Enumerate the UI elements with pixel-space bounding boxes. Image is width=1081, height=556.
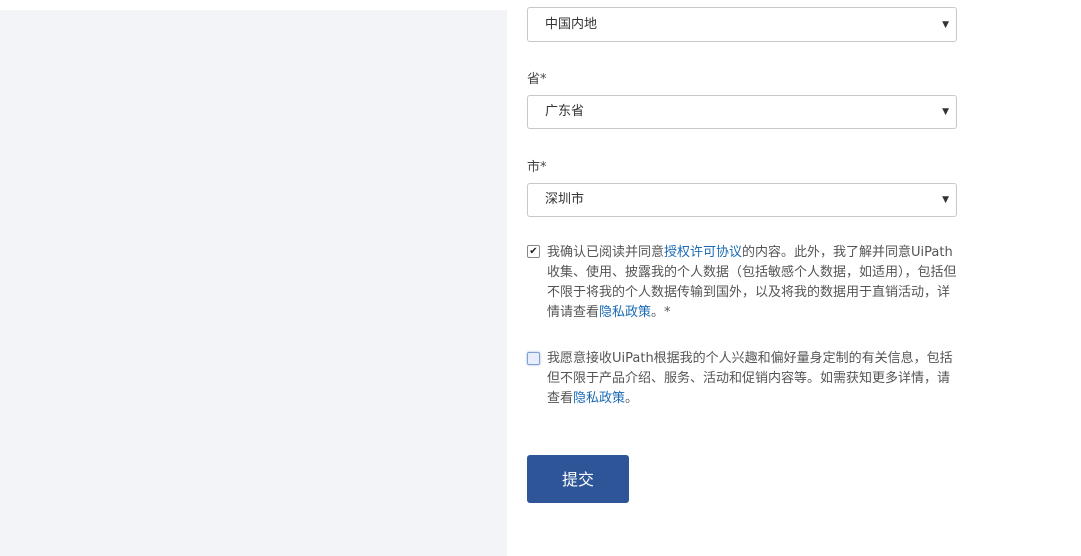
left-background-panel [0, 10, 507, 556]
province-select-value: 广东省 [545, 104, 585, 119]
city-select[interactable]: 深圳市 ▼ [527, 183, 957, 217]
terms-text-part1: 我确认已阅读并同意 [547, 245, 665, 260]
terms-text-part3: 。* [651, 305, 671, 320]
city-select-value: 深圳市 [545, 192, 585, 207]
caret-down-icon: ▼ [942, 195, 949, 205]
country-select[interactable]: 中国内地 ▼ [527, 7, 957, 42]
license-agreement-link[interactable]: 授权许可协议 [664, 245, 742, 260]
privacy-policy-link[interactable]: 隐私政策 [573, 391, 625, 406]
privacy-policy-link[interactable]: 隐私政策 [599, 305, 651, 320]
submit-button[interactable]: 提交 [527, 455, 629, 503]
terms-consent-text: 我确认已阅读并同意授权许可协议的内容。此外，我了解并同意UiPath收集、使用、… [547, 243, 959, 323]
caret-down-icon: ▼ [942, 20, 949, 30]
city-label: 市* [527, 160, 547, 175]
marketing-checkbox[interactable] [527, 352, 540, 365]
province-label: 省* [527, 72, 547, 87]
country-select-value: 中国内地 [545, 17, 598, 32]
marketing-consent-text: 我愿意接收UiPath根据我的个人兴趣和偏好量身定制的有关信息，包括但不限于产品… [547, 349, 959, 409]
terms-checkbox[interactable]: ✔ [527, 245, 540, 258]
check-icon: ✔ [529, 246, 538, 257]
caret-down-icon: ▼ [942, 107, 949, 117]
marketing-text-part2: 。 [625, 391, 639, 406]
province-select[interactable]: 广东省 ▼ [527, 95, 957, 129]
